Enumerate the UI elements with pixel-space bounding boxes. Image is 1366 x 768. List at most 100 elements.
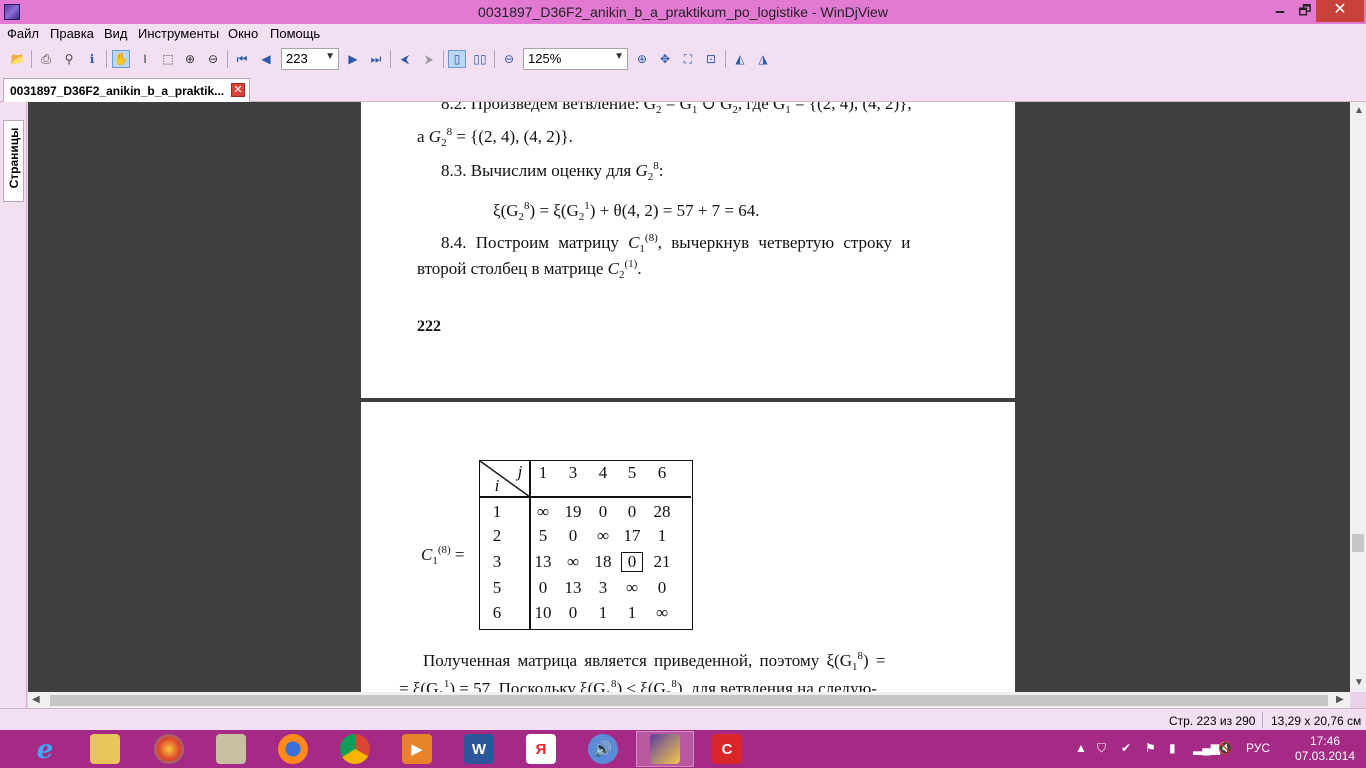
rect-select-icon[interactable]: ⬚ [159,50,177,68]
close-tab-icon[interactable]: ✕ [231,83,245,97]
toolbar: 📂 ⎙ ⚲ ℹ ✋ I ⬚ ⊕ ⊖ ⏮ ◀ 223 ▼ ▶ ⏭ ⮜ ⮞ ▯ ▯▯… [0,44,1366,74]
print-icon[interactable]: ⎙ [37,50,55,68]
scroll-down-icon[interactable]: ▼ [1354,677,1364,688]
tab-document[interactable]: 0031897_D36F2_anikin_b_a_praktik... ✕ [3,78,250,102]
shield-icon[interactable]: ⛉ [1097,741,1106,756]
menu-window[interactable]: Окно [228,26,258,41]
document-viewport[interactable]: 8.2. Произведем ветвление: G2 = G1 ∪ G2,… [28,102,1350,692]
zoom-in-icon[interactable]: ⊕ [633,50,651,68]
facing-pages-icon[interactable]: ▯▯ [471,50,489,68]
taskbar-word[interactable]: W [450,731,508,767]
scroll-left-icon[interactable]: ◀ [32,694,40,705]
show-hidden-icons-icon[interactable]: ▲ [1075,741,1087,755]
page-number-combo[interactable]: 223 ▼ [281,48,339,70]
menu-tools[interactable]: Инструменты [138,26,219,41]
matrix-column-header: 1 [538,463,548,482]
matrix-cell: 0 [627,502,637,521]
side-pane: Страницы [0,102,27,708]
text-select-icon[interactable]: I [136,50,154,68]
rotate-right-icon[interactable]: ◮ [754,50,772,68]
zoom-out-icon[interactable]: ⊖ [500,50,518,68]
matrix-cell: 0 [568,603,578,622]
taskbar-yandex[interactable]: Я [512,731,570,767]
taskbar-firefox[interactable] [264,731,322,767]
text-span: ), для ветвления на следую- [676,679,877,692]
window-title: 0031897_D36F2_anikin_b_a_praktikum_po_lo… [478,4,888,20]
taskbar-media[interactable] [140,731,198,767]
menu-view[interactable]: Вид [104,26,128,41]
text-line: 8.3. Вычислим оценку для G28: [441,160,664,183]
toolbar-separator [106,50,107,68]
horizontal-scrollbar[interactable]: ◀ ▶ [28,692,1350,708]
info-icon[interactable]: ℹ [83,50,101,68]
zoom-combo[interactable]: 125% ▼ [523,48,628,70]
fit-page-icon[interactable]: ✥ [656,50,674,68]
taskbar-chrome[interactable] [326,731,384,767]
horizontal-scroll-thumb[interactable] [50,695,1328,706]
pages-panel-tab[interactable]: Страницы [3,120,24,202]
fit-width-icon[interactable]: ⛶ [679,50,697,68]
taskbar-app-red[interactable]: C [698,731,756,767]
chevron-down-icon[interactable]: ▼ [325,51,335,62]
update-icon[interactable]: ✔ [1121,741,1131,755]
superscript: (8) [437,544,451,556]
toolbar-separator [390,50,391,68]
vertical-scrollbar[interactable]: ▲ ▼ [1350,102,1366,692]
page-status: Стр. 223 из 290 [1169,714,1256,728]
menu-help[interactable]: Помощь [270,26,320,41]
matrix-cell: 1 [657,526,667,545]
internet-explorer-icon: ℯ [36,733,54,764]
equation: ξ(G28) = ξ(G21) + θ(4, 2) = 57 + 7 = 64. [493,200,760,223]
back-icon[interactable]: ⮜ [396,50,414,68]
forward-icon[interactable]: ⮞ [420,50,438,68]
scroll-up-icon[interactable]: ▲ [1354,105,1364,116]
matrix-cell: 0 [568,526,578,545]
battery-icon[interactable]: ▮ [1169,741,1176,755]
word-icon: W [464,734,494,764]
rotate-left-icon[interactable]: ◭ [731,50,749,68]
find-binoculars-icon[interactable]: ⚲ [60,50,78,68]
taskbar-scanner[interactable] [202,731,260,767]
close-window-button[interactable]: ✕ [1316,0,1364,22]
taskbar-windjview[interactable] [636,731,694,767]
matrix-cell: ∞ [625,578,639,597]
matrix-cell: 3 [598,578,608,597]
open-folder-icon[interactable]: 📂 [9,50,27,68]
zoom-out-tool-icon[interactable]: ⊖ [204,50,222,68]
first-page-icon[interactable]: ⏮ [233,50,251,68]
text-span: = [450,545,465,564]
scroll-right-icon[interactable]: ▶ [1336,694,1344,705]
taskbar-explorer[interactable] [76,731,134,767]
text-span: , вычеркнув четвертую строку и [657,233,911,252]
zoom-in-tool-icon[interactable]: ⊕ [181,50,199,68]
toolbar-separator [494,50,495,68]
menu-file[interactable]: Файл [7,26,39,41]
taskbar-video[interactable]: ▶ [388,731,446,767]
matrix-cell: ∞ [566,552,580,571]
language-indicator[interactable]: РУС [1246,741,1270,755]
matrix-cell: 1 [627,603,637,622]
menu-edit[interactable]: Правка [50,26,94,41]
taskbar-audio[interactable]: 🔊 [574,731,632,767]
matrix-cell: 18 [594,552,612,571]
single-page-icon[interactable]: ▯ [448,50,466,68]
next-page-icon[interactable]: ▶ [344,50,362,68]
network-signal-icon[interactable]: ▂▄▆ [1193,741,1220,755]
matrix-cell: ∞ [596,526,610,545]
matrix-cell: ∞ [536,502,550,521]
clock[interactable]: 17:46 07.03.2014 [1290,734,1360,764]
last-page-icon[interactable]: ⏭ [367,50,385,68]
chevron-down-icon[interactable]: ▼ [614,51,624,62]
yandex-icon: Я [526,734,556,764]
taskbar-ie[interactable]: ℯ [16,731,74,767]
actual-size-icon[interactable]: ⊡ [702,50,720,68]
action-center-flag-icon[interactable]: ⚑ [1145,741,1156,755]
toolbar-separator [227,50,228,68]
volume-muted-icon[interactable]: 🔇 [1218,741,1233,755]
subscript: 1 [852,661,858,673]
matrix-cell-highlighted: 0 [621,552,643,572]
previous-page-icon[interactable]: ◀ [257,50,275,68]
hand-tool-icon[interactable]: ✋ [112,50,130,68]
title-bar: 0031897_D36F2_anikin_b_a_praktikum_po_lo… [0,0,1366,24]
vertical-scroll-thumb[interactable] [1352,534,1364,552]
